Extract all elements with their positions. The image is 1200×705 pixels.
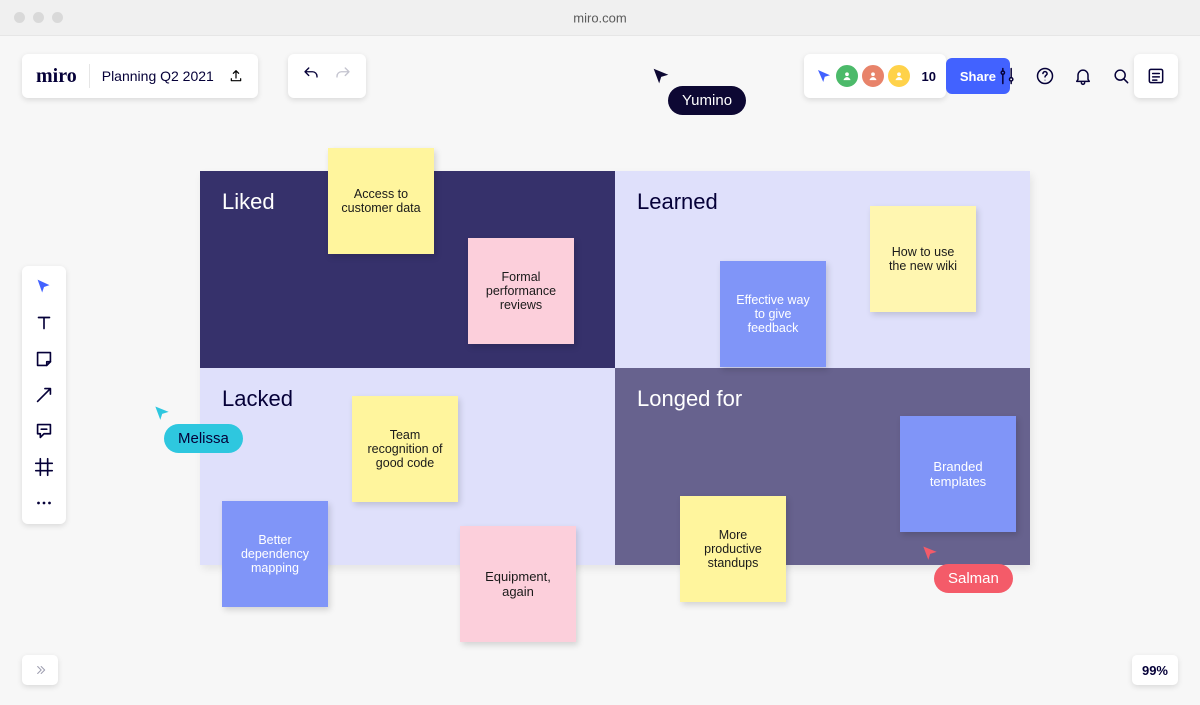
sticky-wiki[interactable]: How to use the new wiki bbox=[870, 206, 976, 312]
avatar-3[interactable] bbox=[886, 63, 912, 89]
arrow-tool[interactable] bbox=[33, 384, 55, 406]
minimap-toggle[interactable] bbox=[22, 655, 58, 685]
more-tools[interactable] bbox=[33, 492, 55, 514]
cursor-label-yumino: Yumino bbox=[668, 86, 746, 115]
maximize-window-dot[interactable] bbox=[52, 12, 63, 23]
left-toolbar bbox=[22, 266, 66, 524]
sticky-access-customer-data[interactable]: Access to customer data bbox=[328, 148, 434, 254]
browser-chrome: miro.com bbox=[0, 0, 1200, 36]
frame-tool[interactable] bbox=[33, 456, 55, 478]
board-title[interactable]: Planning Q2 2021 bbox=[102, 68, 214, 84]
sticky-feedback[interactable]: Effective way to give feedback bbox=[720, 261, 826, 367]
sticky-formal-reviews[interactable]: Formal performance reviews bbox=[468, 238, 574, 344]
participant-count[interactable]: 10 bbox=[922, 69, 936, 84]
cursor-yumino: Yumino bbox=[650, 66, 746, 115]
board-title-card: miro Planning Q2 2021 bbox=[22, 54, 258, 98]
activity-panel-button[interactable] bbox=[1134, 54, 1178, 98]
window-controls bbox=[14, 12, 63, 23]
cursor-label-salman: Salman bbox=[934, 564, 1013, 593]
text-tool[interactable] bbox=[33, 312, 55, 334]
avatar-1[interactable] bbox=[834, 63, 860, 89]
avatar-2[interactable] bbox=[860, 63, 886, 89]
sticky-standups[interactable]: More productive standups bbox=[680, 496, 786, 602]
presence-card: 10 bbox=[804, 54, 946, 98]
sticky-tool[interactable] bbox=[33, 348, 55, 370]
undo-redo-card bbox=[288, 54, 366, 98]
bell-icon[interactable] bbox=[1072, 65, 1094, 87]
top-icon-bar bbox=[996, 54, 1132, 98]
sticky-dependency[interactable]: Better dependency mapping bbox=[222, 501, 328, 607]
miro-logo[interactable]: miro bbox=[36, 65, 77, 88]
sticky-branded[interactable]: Branded templates bbox=[900, 416, 1016, 532]
address-bar-url: miro.com bbox=[573, 10, 626, 25]
presentation-icon[interactable] bbox=[814, 66, 834, 86]
select-tool[interactable] bbox=[33, 276, 55, 298]
undo-icon[interactable] bbox=[302, 65, 320, 88]
zoom-level[interactable]: 99% bbox=[1132, 655, 1178, 685]
sticky-equipment[interactable]: Equipment, again bbox=[460, 526, 576, 642]
settings-icon[interactable] bbox=[996, 65, 1018, 87]
close-window-dot[interactable] bbox=[14, 12, 25, 23]
search-icon[interactable] bbox=[1110, 65, 1132, 87]
comment-tool[interactable] bbox=[33, 420, 55, 442]
help-icon[interactable] bbox=[1034, 65, 1056, 87]
redo-icon[interactable] bbox=[334, 65, 352, 88]
minimize-window-dot[interactable] bbox=[33, 12, 44, 23]
board-canvas[interactable]: miro Planning Q2 2021 10 Share bbox=[0, 36, 1200, 705]
export-icon[interactable] bbox=[228, 68, 244, 84]
sticky-recognition[interactable]: Team recognition of good code bbox=[352, 396, 458, 502]
divider bbox=[89, 64, 90, 88]
